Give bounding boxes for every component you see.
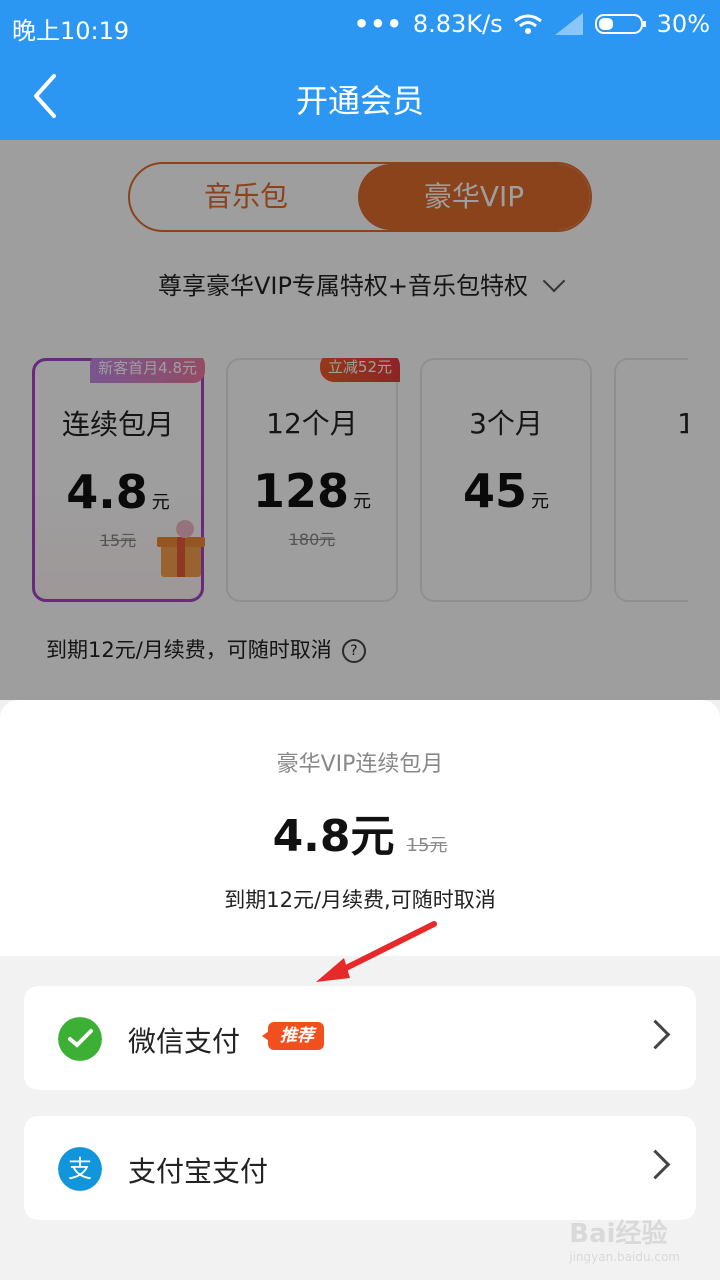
dim-overlay[interactable] [0,140,720,700]
red-arrow-annotation [316,921,437,982]
wechat-pay-label: 微信支付 [128,1025,241,1058]
network-speed: 8.83K/s [412,10,503,38]
status-time: 晚上10:19 [12,17,130,45]
battery-level: 30% [656,10,710,38]
chevron-right-icon [640,1019,671,1050]
alipay-option[interactable]: 支 支付宝支付 [24,1116,696,1220]
payment-sheet: 豪华VIP连续包月 4.8元 15元 到期12元/月续费,可随时取消 微信支付 推… [0,700,720,1280]
status-bar: 晚上10:19 ••• 8.83K/s 30% [0,0,720,52]
order-summary: 豪华VIP连续包月 4.8元 15元 到期12元/月续费,可随时取消 [0,700,720,956]
order-renew-note: 到期12元/月续费,可随时取消 [224,888,496,912]
order-price: 4.8元 15元 [272,811,448,862]
alipay-label: 支付宝支付 [128,1155,269,1188]
wifi-icon [513,14,542,34]
recommend-badge: 推荐 [262,1022,324,1050]
title-bar: 开通会员 [0,52,720,140]
signal-icon [554,13,583,35]
more-dots-icon: ••• [353,10,403,38]
wechat-pay-option[interactable]: 微信支付 推荐 [24,986,696,1090]
svg-text:支: 支 [68,1155,92,1183]
wechat-pay-icon [58,1017,102,1061]
page-title: 开通会员 [295,82,424,120]
status-right: ••• 8.83K/s 30% [354,10,710,38]
alipay-icon: 支 [58,1147,102,1191]
order-plan-name: 豪华VIP连续包月 [276,752,444,777]
baidu-watermark: Bai经验 jingyan.baidu.com [569,1219,680,1264]
chevron-right-icon [640,1149,671,1180]
battery-icon [594,14,646,34]
